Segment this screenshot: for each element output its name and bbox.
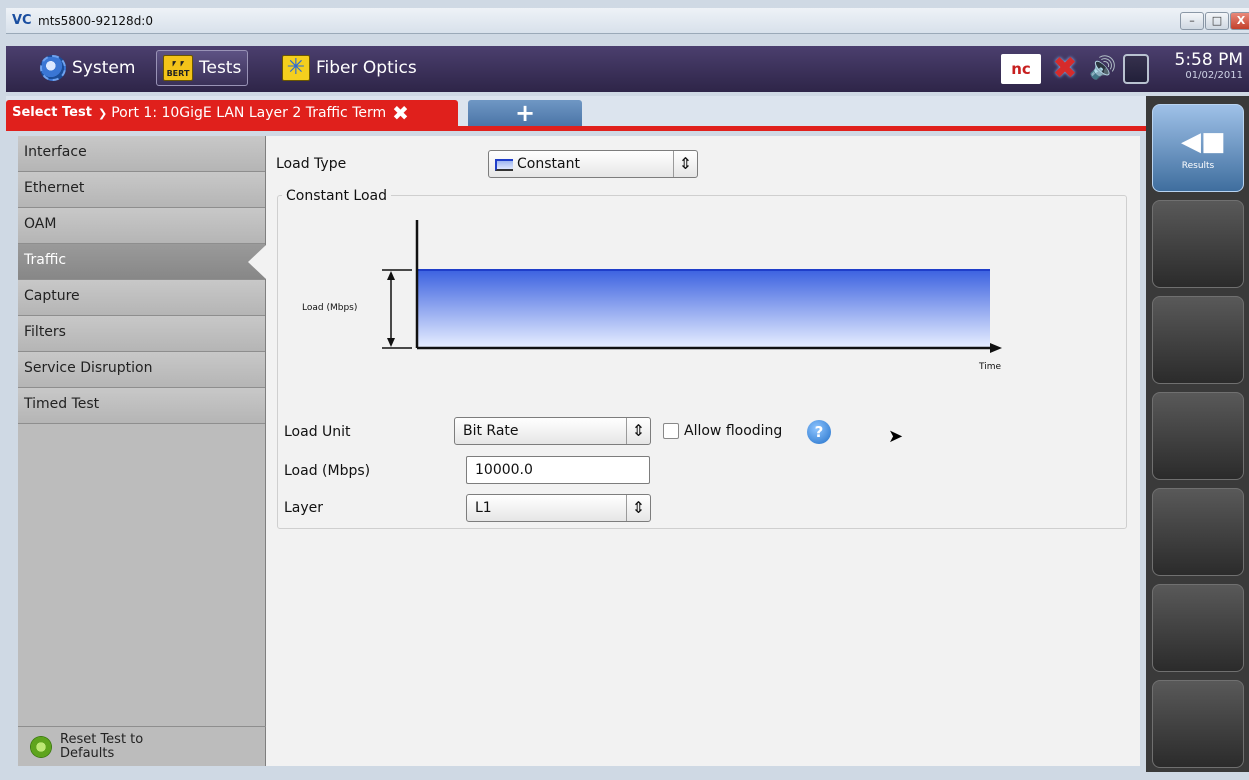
network-disconnected-icon[interactable]: ✖ bbox=[1047, 54, 1083, 84]
status-icons: nc ✖ 🔊 bbox=[1001, 52, 1149, 86]
soft-key-3[interactable] bbox=[1152, 296, 1244, 384]
layer-select[interactable]: L1 ⇕ bbox=[466, 494, 651, 522]
app-logo-icon: VC bbox=[12, 13, 32, 28]
soft-key-4[interactable] bbox=[1152, 392, 1244, 480]
speaker-icon[interactable]: 🔊 bbox=[1089, 54, 1117, 84]
layer-value: L1 bbox=[475, 500, 492, 516]
system-menu-button[interactable]: System bbox=[34, 50, 141, 86]
add-test-tab-button[interactable]: + bbox=[468, 100, 582, 126]
recycle-icon bbox=[30, 735, 52, 758]
load-type-value: Constant bbox=[517, 156, 580, 172]
fiber-optics-icon: ✳ bbox=[282, 55, 310, 81]
close-test-icon[interactable]: ✖ bbox=[392, 101, 409, 125]
results-label: Results bbox=[1181, 161, 1215, 171]
help-icon[interactable]: ? bbox=[807, 420, 831, 444]
sidebar-item-oam[interactable]: OAM bbox=[18, 208, 265, 244]
load-type-label: Load Type bbox=[276, 156, 347, 172]
bert-badge-label: BERT bbox=[166, 69, 190, 78]
soft-key-7[interactable] bbox=[1152, 680, 1244, 768]
fiber-optics-label: Fiber Optics bbox=[316, 58, 417, 78]
traffic-settings-panel: Load Type Constant ⇕ Constant Load Load … bbox=[266, 136, 1140, 766]
load-unit-label: Load Unit bbox=[284, 424, 351, 440]
chevron-down-icon[interactable]: ❯ bbox=[98, 107, 107, 120]
chart-y-label: Load (Mbps) bbox=[302, 303, 357, 313]
load-type-select[interactable]: Constant ⇕ bbox=[488, 150, 698, 178]
reset-test-button[interactable]: Reset Test to Defaults bbox=[18, 726, 266, 766]
mouse-pointer-icon: ➤ bbox=[888, 426, 904, 447]
test-tab-row: Select Test ❯ Port 1: 10GigE LAN Layer 2… bbox=[6, 96, 1146, 131]
clock: 5:58 PM 01/02/2011 bbox=[1175, 50, 1244, 81]
select-test-button[interactable]: Select Test bbox=[6, 106, 98, 119]
system-label: System bbox=[72, 58, 136, 78]
window-title: mts5800-92128d:0 bbox=[38, 14, 153, 28]
soft-key-panel: ◀■ Results bbox=[1146, 96, 1249, 772]
sidebar-item-ethernet[interactable]: Ethernet bbox=[18, 172, 265, 208]
chart-x-label: Time bbox=[978, 362, 1001, 372]
minimize-button[interactable]: – bbox=[1180, 12, 1204, 30]
constant-load-diagram: Load (Mbps) Time bbox=[302, 220, 1002, 372]
maximize-button[interactable]: □ bbox=[1205, 12, 1229, 30]
load-mbps-input[interactable]: 10000.0 bbox=[466, 456, 650, 484]
sidebar-item-timed-test[interactable]: Timed Test bbox=[18, 388, 265, 424]
settings-sidebar: Interface Ethernet OAM Traffic Capture F… bbox=[18, 136, 266, 766]
sidebar-item-filters[interactable]: Filters bbox=[18, 316, 265, 352]
dropdown-arrows-icon: ⇕ bbox=[626, 418, 650, 444]
load-mbps-label: Load (Mbps) bbox=[284, 463, 371, 479]
tests-menu-button[interactable]: ⎖⎖ BERT Tests bbox=[156, 50, 249, 86]
x-axis-arrowhead bbox=[990, 343, 1002, 353]
reset-label: Reset Test to Defaults bbox=[60, 731, 144, 761]
battery-icon bbox=[1123, 54, 1149, 84]
load-unit-value: Bit Rate bbox=[463, 423, 519, 439]
constant-load-group-title: Constant Load bbox=[282, 188, 391, 204]
top-menu-bar: System ⎖⎖ BERT Tests ✳ Fiber Optics nc ✖… bbox=[6, 46, 1249, 92]
sidebar-item-service-disruption[interactable]: Service Disruption bbox=[18, 352, 265, 388]
close-window-button[interactable]: X bbox=[1230, 12, 1249, 30]
soft-key-6[interactable] bbox=[1152, 584, 1244, 672]
soft-key-2[interactable] bbox=[1152, 200, 1244, 288]
load-area bbox=[417, 270, 990, 347]
dimension-arrow-up bbox=[387, 271, 395, 280]
bert-icon: ⎖⎖ BERT bbox=[163, 55, 193, 81]
title-bar: VC mts5800-92128d:0 – □ X bbox=[6, 8, 1249, 34]
allow-flooding-checkbox[interactable] bbox=[663, 423, 679, 439]
dropdown-arrows-icon: ⇕ bbox=[626, 495, 650, 521]
sidebar-item-interface[interactable]: Interface bbox=[18, 136, 265, 172]
gear-icon bbox=[40, 55, 66, 81]
tests-label: Tests bbox=[199, 58, 242, 78]
fiber-optics-menu-button[interactable]: ✳ Fiber Optics bbox=[276, 50, 423, 86]
clock-date: 01/02/2011 bbox=[1185, 70, 1243, 81]
allow-flooding-label: Allow flooding bbox=[684, 423, 783, 439]
constant-load-icon bbox=[495, 159, 513, 171]
back-arrow-icon: ◀■ bbox=[1181, 127, 1226, 157]
dropdown-arrows-icon: ⇕ bbox=[673, 151, 697, 177]
nc-icon[interactable]: nc bbox=[1001, 54, 1041, 84]
dimension-arrow-down bbox=[387, 338, 395, 347]
results-button[interactable]: ◀■ Results bbox=[1152, 104, 1244, 192]
application-window: VC mts5800-92128d:0 – □ X System ⎖⎖ BERT… bbox=[0, 0, 1249, 780]
clock-time: 5:58 PM bbox=[1174, 50, 1244, 70]
sidebar-item-capture[interactable]: Capture bbox=[18, 280, 265, 316]
port-test-tab[interactable]: Select Test ❯ Port 1: 10GigE LAN Layer 2… bbox=[6, 100, 458, 126]
sidebar-item-traffic[interactable]: Traffic bbox=[18, 244, 266, 280]
load-unit-select[interactable]: Bit Rate ⇕ bbox=[454, 417, 651, 445]
port-test-label: Port 1: 10GigE LAN Layer 2 Traffic Term bbox=[111, 105, 387, 121]
soft-key-5[interactable] bbox=[1152, 488, 1244, 576]
layer-label: Layer bbox=[284, 500, 324, 516]
